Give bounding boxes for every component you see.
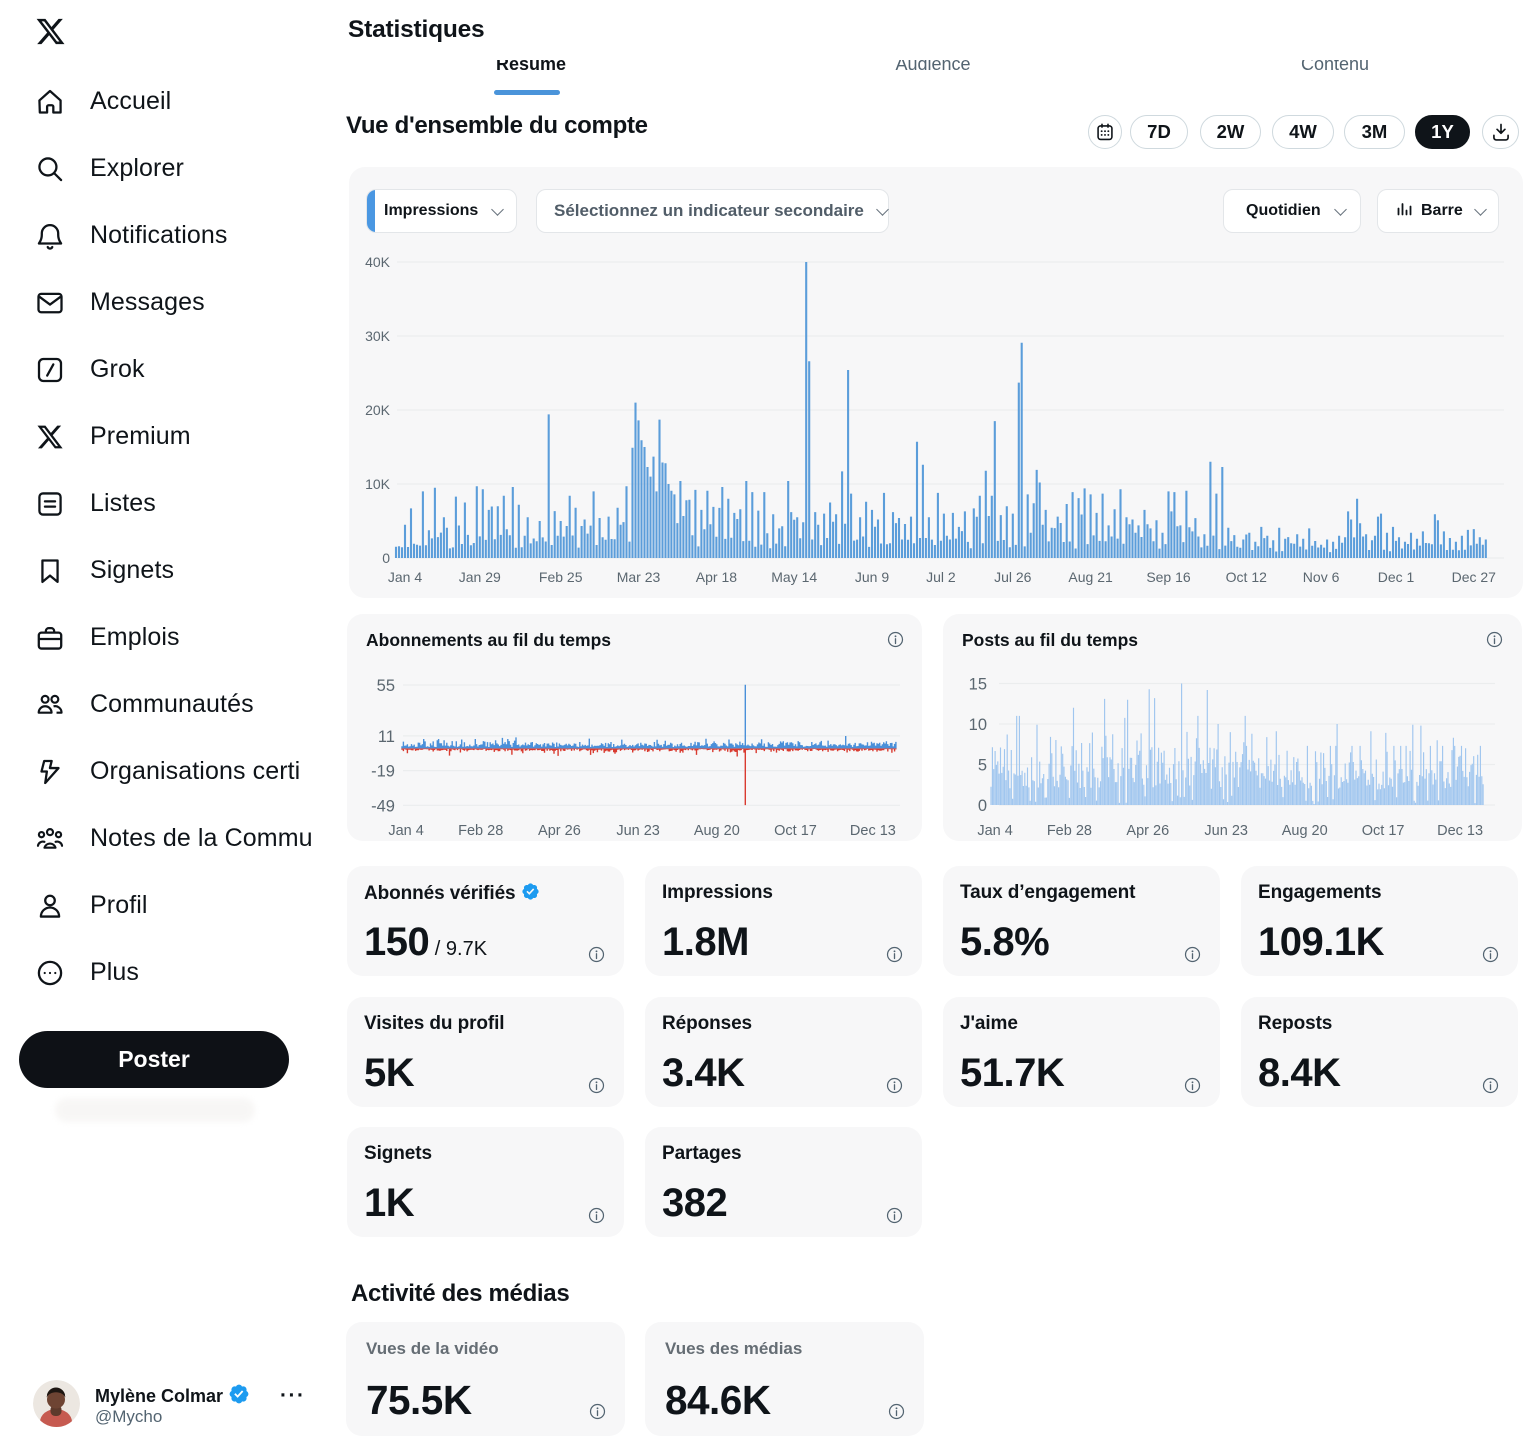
svg-text:5: 5 — [978, 757, 987, 775]
svg-text:10: 10 — [969, 716, 987, 734]
svg-text:Jun 9: Jun 9 — [855, 569, 889, 585]
svg-text:15: 15 — [969, 676, 987, 694]
svg-text:40K: 40K — [365, 254, 391, 270]
svg-text:May 14: May 14 — [771, 569, 817, 585]
svg-text:0: 0 — [978, 797, 987, 815]
svg-text:Dec 27: Dec 27 — [1452, 569, 1497, 585]
svg-text:Jul 2: Jul 2 — [926, 569, 956, 585]
svg-text:Sep 16: Sep 16 — [1146, 569, 1191, 585]
svg-text:20K: 20K — [365, 402, 391, 418]
svg-text:30K: 30K — [365, 328, 391, 344]
svg-text:Feb 28: Feb 28 — [458, 823, 503, 839]
svg-text:0: 0 — [382, 550, 390, 566]
svg-text:Aug 20: Aug 20 — [694, 823, 740, 839]
svg-text:Mar 23: Mar 23 — [617, 569, 661, 585]
svg-text:Dec 1: Dec 1 — [1378, 569, 1415, 585]
svg-text:Feb 25: Feb 25 — [539, 569, 583, 585]
svg-text:11: 11 — [378, 728, 395, 746]
svg-text:Aug 20: Aug 20 — [1282, 823, 1328, 839]
svg-text:Oct 12: Oct 12 — [1226, 569, 1267, 585]
svg-text:Jan 29: Jan 29 — [459, 569, 501, 585]
svg-text:Apr 26: Apr 26 — [538, 823, 581, 839]
svg-text:Jan 4: Jan 4 — [388, 823, 423, 839]
svg-text:-19: -19 — [371, 763, 395, 781]
svg-text:Dec 13: Dec 13 — [850, 823, 896, 839]
svg-text:Jun 23: Jun 23 — [616, 823, 660, 839]
svg-text:Apr 18: Apr 18 — [696, 569, 737, 585]
svg-text:Jan 4: Jan 4 — [977, 823, 1012, 839]
svg-text:-49: -49 — [371, 797, 395, 815]
svg-text:Feb 28: Feb 28 — [1047, 823, 1092, 839]
svg-text:Jul 26: Jul 26 — [994, 569, 1032, 585]
svg-text:Nov 6: Nov 6 — [1303, 569, 1340, 585]
svg-text:10K: 10K — [365, 476, 391, 492]
svg-text:Oct 17: Oct 17 — [774, 823, 817, 839]
svg-text:Apr 26: Apr 26 — [1126, 823, 1169, 839]
svg-text:Jan 4: Jan 4 — [388, 569, 422, 585]
svg-text:Oct 17: Oct 17 — [1362, 823, 1405, 839]
svg-text:Dec 13: Dec 13 — [1437, 823, 1483, 839]
svg-text:Aug 21: Aug 21 — [1068, 569, 1113, 585]
svg-text:55: 55 — [377, 677, 395, 695]
svg-text:Jun 23: Jun 23 — [1204, 823, 1248, 839]
